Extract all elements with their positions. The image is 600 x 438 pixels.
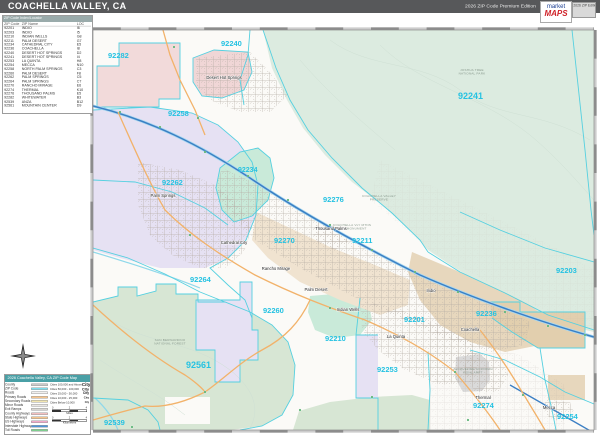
zip-label-92240: 92240 bbox=[221, 39, 242, 48]
logo-text-bottom: MAPS bbox=[541, 10, 571, 18]
city-label: La Quinta bbox=[387, 334, 406, 339]
city-label: Rancho Mirage bbox=[262, 266, 291, 271]
legend-road-item: Toll Roads bbox=[5, 428, 50, 432]
page-title: COACHELLA VALLEY, CA bbox=[8, 1, 127, 11]
legend-road-swatch bbox=[31, 392, 48, 395]
zip-index-col-2: LOC bbox=[77, 22, 90, 26]
zip-index-row: 92561MOUNTAIN CENTERD9 bbox=[3, 104, 91, 108]
zip-label-92203: 92203 bbox=[556, 266, 577, 275]
zip-label-92234: 92234 bbox=[238, 167, 258, 174]
zip-label-92282: 92282 bbox=[108, 51, 129, 60]
zip-label-92254: 92254 bbox=[557, 412, 579, 421]
zip-label-92260: 92260 bbox=[263, 306, 284, 315]
legend-city-class: Cities Below 10,000City bbox=[50, 401, 89, 406]
legend-road-swatch bbox=[31, 417, 48, 420]
legend-road-swatch bbox=[31, 412, 48, 415]
legend-title: 2026 Coachella Valley, CA ZIP Code Map bbox=[5, 375, 41, 380]
zip-label-92264: 92264 bbox=[190, 275, 212, 284]
zip-label-92236: 92236 bbox=[476, 309, 497, 318]
zip-label-92241: 92241 bbox=[458, 91, 483, 101]
city-label: Cathedral City bbox=[221, 240, 248, 245]
legend-road-swatch bbox=[31, 429, 48, 432]
publisher-logo: market MAPS bbox=[540, 1, 572, 23]
legend-road-swatch bbox=[31, 421, 48, 424]
zip-label-92258: 92258 bbox=[168, 109, 189, 118]
legend-road-swatch bbox=[31, 400, 48, 403]
legend-title-bar: 2026 Coachella Valley, CA ZIP Code Map bbox=[5, 375, 90, 382]
page: { "header": { "title": "COACHELLA VALLEY… bbox=[0, 0, 600, 438]
compass-rose bbox=[10, 341, 36, 369]
legend-road-swatch bbox=[31, 404, 48, 407]
zip-label-92253: 92253 bbox=[377, 365, 398, 374]
zip-label-92270: 92270 bbox=[274, 236, 295, 245]
zip-index-title: ZIP Code Index/Locator bbox=[3, 16, 43, 20]
city-label: Thermal bbox=[475, 395, 490, 400]
scale-km-label: Kilometers bbox=[50, 422, 89, 425]
zip-label-92274: 92274 bbox=[473, 401, 495, 410]
zip-label-92561: 92561 bbox=[186, 360, 211, 370]
scale-bar-miles: 024 Miles bbox=[50, 407, 89, 415]
legend-roads: CountyZIP CodeRoadsPrimary RoadsSecondar… bbox=[5, 383, 50, 433]
place-label: JOSHUA TREENATIONAL PARK bbox=[459, 68, 487, 76]
zip-index-col-0: ZIP Code bbox=[3, 22, 22, 26]
city-label: Indian Wells bbox=[337, 307, 360, 312]
legend-road-swatch bbox=[31, 396, 48, 399]
city-label: Desert Hot Springs bbox=[206, 75, 241, 80]
legend-road-swatch bbox=[31, 408, 48, 411]
place-label: SAN BERNARDINONATIONAL FOREST bbox=[154, 338, 186, 346]
city-label: Mecca bbox=[543, 405, 556, 410]
zip-label-92262: 92262 bbox=[162, 178, 183, 187]
zip-label-92539: 92539 bbox=[104, 418, 125, 427]
zip-label-92210: 92210 bbox=[325, 334, 346, 343]
map-legend: 2026 Coachella Valley, CA ZIP Code Map C… bbox=[4, 374, 91, 435]
scale-bar-km: 024 Kilometers bbox=[50, 416, 89, 424]
zip-index-panel: ZIP Code Index/Locator ZIP CodeZIP NameL… bbox=[2, 15, 93, 114]
title-bar: COACHELLA VALLEY, CA 2026 ZIP Code Premi… bbox=[0, 0, 600, 13]
legend-road-swatch bbox=[31, 383, 48, 386]
legend-road-swatch bbox=[31, 425, 48, 428]
zip-label-92201: 92201 bbox=[404, 315, 425, 324]
edition-badge: 2026 ZIP Edition bbox=[572, 2, 596, 18]
city-label: Palm Springs bbox=[151, 193, 176, 198]
legend-cities: Cities 100,000 and AboveCityCities 50,00… bbox=[50, 383, 89, 406]
edition-badge-text: 2026 ZIP Edition bbox=[573, 3, 582, 8]
city-label: Thousand Palms bbox=[315, 226, 346, 231]
city-label: Palm Desert bbox=[304, 287, 328, 292]
scale-miles-label: Miles bbox=[50, 412, 89, 415]
city-label: Indio bbox=[426, 288, 436, 293]
city-label: Coachella bbox=[461, 327, 480, 332]
zip-label-92211: 92211 bbox=[352, 236, 372, 245]
zip-label-92276: 92276 bbox=[323, 195, 344, 204]
legend-road-swatch bbox=[31, 387, 48, 390]
edition-label: 2026 ZIP Code Premium Edition bbox=[465, 3, 536, 9]
zip-index-col-1: ZIP Name bbox=[22, 22, 77, 26]
zip-index-rows: 92201INDIOI692203INDIOI592210INDIAN WELL… bbox=[3, 27, 91, 108]
